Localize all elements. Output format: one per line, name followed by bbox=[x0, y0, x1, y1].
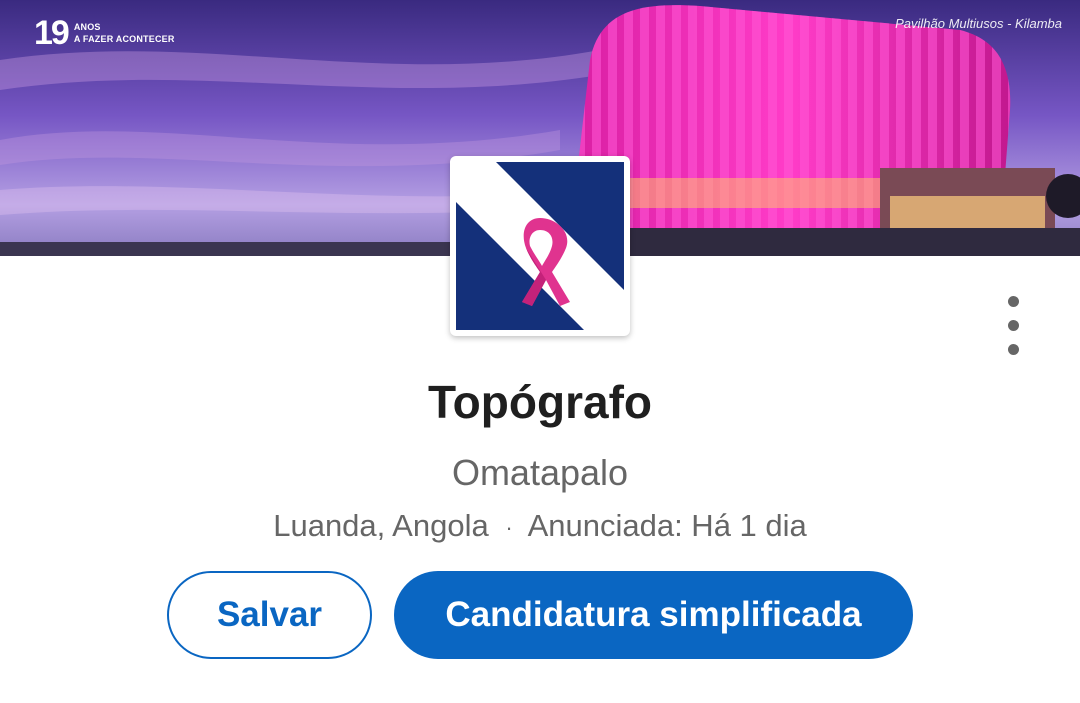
cover-anniversary-badge: 19 ANOS A FAZER ACONTECER bbox=[34, 16, 175, 50]
easy-apply-button[interactable]: Candidatura simplificada bbox=[394, 571, 913, 659]
job-posted-date: Anunciada: Há 1 dia bbox=[527, 508, 807, 543]
pink-ribbon-logo-icon bbox=[456, 162, 624, 330]
badge-number: 19 bbox=[34, 14, 70, 52]
job-title: Topógrafo bbox=[428, 376, 652, 428]
save-button[interactable]: Salvar bbox=[167, 571, 372, 659]
meta-separator: · bbox=[505, 514, 513, 540]
job-detail-page: 19 ANOS A FAZER ACONTECER Pavilhão Multi… bbox=[0, 0, 1080, 703]
company-logo[interactable] bbox=[450, 156, 630, 336]
job-location: Luanda, Angola bbox=[273, 508, 489, 543]
more-vertical-icon-dot bbox=[1007, 319, 1019, 331]
company-name[interactable]: Omatapalo bbox=[0, 451, 1080, 495]
more-options-button[interactable] bbox=[992, 290, 1034, 360]
more-vertical-icon bbox=[1007, 295, 1019, 307]
job-meta: Luanda, Angola · Anunciada: Há 1 dia bbox=[0, 506, 1080, 548]
badge-line-1: ANOS bbox=[73, 22, 101, 32]
badge-line-2: A FAZER ACONTECER bbox=[73, 34, 175, 44]
cover-caption: Pavilhão Multiusos - Kilamba bbox=[895, 16, 1062, 31]
more-vertical-icon-dot bbox=[1007, 343, 1019, 355]
